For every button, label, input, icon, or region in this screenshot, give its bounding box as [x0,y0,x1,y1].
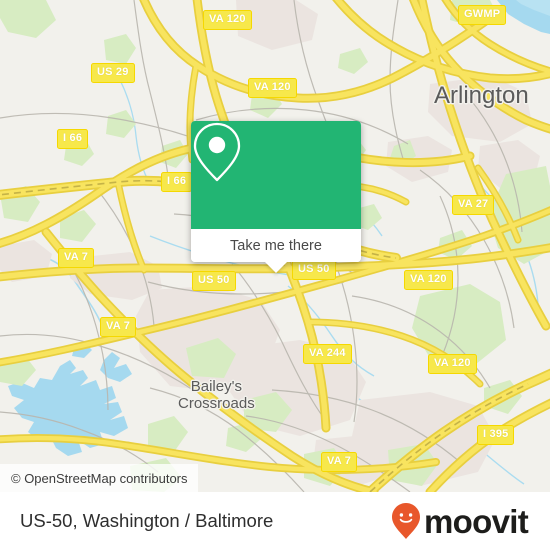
road-shield-va-120: VA 120 [248,78,297,98]
road-shield-va-7: VA 7 [321,452,358,472]
osm-attribution-text: © OpenStreetMap contributors [11,470,188,486]
popup-cta-bar[interactable]: Take me there [191,229,361,262]
map-attribution-bar: © OpenStreetMap contributors [0,464,198,492]
road-shield-us-50: US 50 [292,260,336,280]
road-shield-va-120: VA 120 [203,10,252,30]
footer-bar: US-50, Washington / Baltimore moovit [0,492,550,550]
destination-popup-card[interactable]: Take me there [191,121,361,273]
location-caption: US-50, Washington / Baltimore [20,510,274,531]
place-label-line-1: Bailey's [190,378,242,395]
location-pin-icon [193,122,241,182]
place-label-bailey-s: Bailey's Crossroads [178,378,255,413]
road-shield-us-29: US 29 [91,63,135,83]
road-shield-va-7: VA 7 [100,317,137,337]
moovit-wordmark: moovit [424,502,529,540]
take-me-there-label: Take me there [230,237,322,254]
road-shield-us-50: US 50 [192,271,236,291]
road-shield-i-395: I 395 [477,425,515,445]
road-shield-va-27: VA 27 [452,195,495,215]
place-label-line-2: Crossroads [178,395,255,413]
road-shield-i-66: I 66 [161,172,193,192]
moovit-logo[interactable]: moovit [391,502,529,540]
map-canvas[interactable]: VA 120 GWMP US 29 VA 120 I 66 I 66 VA 27 VA 7 US… [0,0,550,492]
moovit-smiley-pin-icon [392,503,421,539]
road-shield-gwmp: GWMP [458,5,507,25]
place-label-arlington: Arlington [434,82,529,109]
road-shield-va-120: VA 120 [428,354,477,374]
popup-pointer-tail [265,262,287,273]
road-shield-va-7: VA 7 [58,248,95,268]
road-shield-va-120: VA 120 [404,270,453,290]
popup-image-panel [191,121,361,229]
road-shield-va-244: VA 244 [303,344,352,364]
map-screenshot: VA 120 GWMP US 29 VA 120 I 66 I 66 VA 27 VA 7 US… [0,0,550,550]
road-shield-i-66: I 66 [57,129,89,149]
